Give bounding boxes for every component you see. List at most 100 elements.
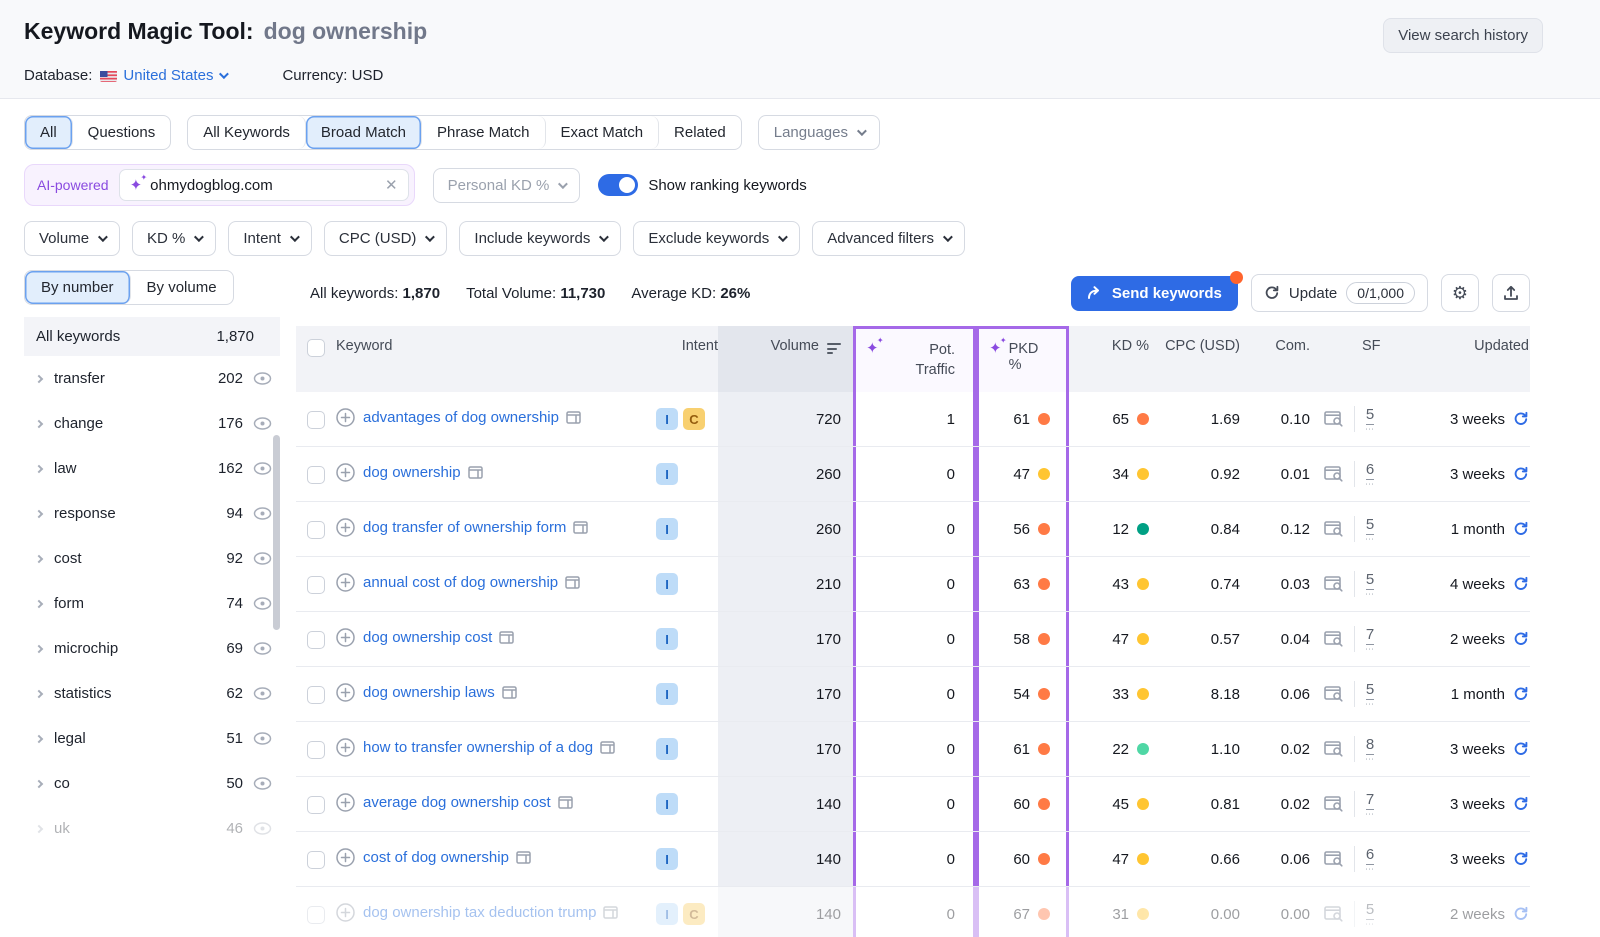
add-to-list-icon[interactable]: [336, 573, 355, 592]
row-checkbox[interactable]: [307, 521, 325, 539]
database-select[interactable]: United States: [100, 67, 226, 84]
col-volume[interactable]: Volume: [771, 338, 819, 354]
filter-include-keywords[interactable]: Include keywords: [459, 221, 621, 256]
col-intent[interactable]: Intent: [682, 338, 718, 354]
sf-count[interactable]: 5⋯: [1365, 571, 1375, 597]
serp-features-icon[interactable]: [1324, 576, 1344, 592]
eye-icon[interactable]: [253, 777, 272, 790]
add-to-list-icon[interactable]: [336, 518, 355, 537]
keyword-link[interactable]: dog ownership: [363, 464, 461, 481]
keyword-link[interactable]: dog transfer of ownership form: [363, 519, 566, 536]
languages-dropdown[interactable]: Languages: [758, 115, 880, 150]
keyword-search-box[interactable]: ✦ ✕: [119, 169, 409, 201]
add-to-list-icon[interactable]: [336, 463, 355, 482]
row-checkbox[interactable]: [307, 686, 325, 704]
refresh-row-icon[interactable]: [1513, 631, 1529, 647]
add-to-list-icon[interactable]: [336, 408, 355, 427]
eye-icon[interactable]: [253, 417, 272, 430]
col-pkd[interactable]: PKD %: [1009, 341, 1050, 373]
sf-count[interactable]: 6⋯: [1365, 846, 1375, 872]
sf-count[interactable]: 5⋯: [1365, 681, 1375, 707]
tab-all-keywords[interactable]: All Keywords: [188, 116, 306, 149]
keyword-group-item[interactable]: legal 51: [24, 716, 280, 761]
refresh-row-icon[interactable]: [1513, 851, 1529, 867]
update-button[interactable]: Update 0/1,000: [1251, 274, 1428, 312]
serp-preview-icon[interactable]: [565, 576, 580, 589]
col-com[interactable]: Com.: [1275, 338, 1310, 354]
filter-exclude-keywords[interactable]: Exclude keywords: [633, 221, 800, 256]
refresh-row-icon[interactable]: [1513, 741, 1529, 757]
clear-search-icon[interactable]: ✕: [385, 176, 398, 194]
select-all-checkbox[interactable]: [307, 339, 325, 357]
row-checkbox[interactable]: [307, 466, 325, 484]
row-checkbox[interactable]: [307, 576, 325, 594]
eye-icon[interactable]: [253, 732, 272, 745]
serp-preview-icon[interactable]: [603, 906, 618, 919]
keyword-link[interactable]: how to transfer ownership of a dog: [363, 739, 593, 756]
view-search-history-button[interactable]: View search history: [1383, 18, 1543, 53]
serp-preview-icon[interactable]: [566, 411, 581, 424]
filter-advanced[interactable]: Advanced filters: [812, 221, 965, 256]
export-button[interactable]: [1492, 274, 1530, 312]
serp-preview-icon[interactable]: [499, 631, 514, 644]
row-checkbox[interactable]: [307, 631, 325, 649]
row-checkbox[interactable]: [307, 741, 325, 759]
personal-kd-dropdown[interactable]: Personal KD %: [433, 168, 581, 203]
refresh-row-icon[interactable]: [1513, 576, 1529, 592]
keyword-link[interactable]: cost of dog ownership: [363, 849, 509, 866]
serp-preview-icon[interactable]: [502, 686, 517, 699]
add-to-list-icon[interactable]: [336, 738, 355, 757]
serp-features-icon[interactable]: [1324, 796, 1344, 812]
sf-count[interactable]: 7⋯: [1365, 626, 1375, 652]
col-cpc[interactable]: CPC (USD): [1165, 338, 1240, 354]
serp-preview-icon[interactable]: [600, 741, 615, 754]
keyword-link[interactable]: annual cost of dog ownership: [363, 574, 558, 591]
keyword-group-item[interactable]: uk 46: [24, 806, 280, 851]
eye-icon[interactable]: [253, 822, 272, 835]
keyword-group-item[interactable]: cost 92: [24, 536, 280, 581]
serp-preview-icon[interactable]: [573, 521, 588, 534]
refresh-row-icon[interactable]: [1513, 686, 1529, 702]
keyword-link[interactable]: average dog ownership cost: [363, 794, 551, 811]
filter-cpc[interactable]: CPC (USD): [324, 221, 448, 256]
refresh-row-icon[interactable]: [1513, 521, 1529, 537]
serp-features-icon[interactable]: [1324, 906, 1344, 922]
keyword-link[interactable]: dog ownership tax deduction trump: [363, 904, 596, 921]
col-updated[interactable]: Updated: [1474, 338, 1529, 354]
sort-descending-icon[interactable]: [827, 343, 841, 354]
col-keyword[interactable]: Keyword: [336, 338, 392, 354]
tab-by-volume[interactable]: By volume: [131, 271, 233, 304]
keyword-group-item[interactable]: statistics 62: [24, 671, 280, 716]
tab-questions[interactable]: Questions: [73, 116, 171, 149]
row-checkbox[interactable]: [307, 851, 325, 869]
serp-preview-icon[interactable]: [516, 851, 531, 864]
sf-count[interactable]: 5⋯: [1365, 516, 1375, 542]
refresh-row-icon[interactable]: [1513, 466, 1529, 482]
sf-count[interactable]: 5⋯: [1365, 406, 1375, 432]
send-keywords-button[interactable]: Send keywords: [1071, 276, 1238, 311]
tab-phrase-match[interactable]: Phrase Match: [422, 116, 546, 149]
keyword-group-item[interactable]: change 176: [24, 401, 280, 446]
col-kd[interactable]: KD %: [1112, 338, 1149, 354]
sidebar-scrollbar[interactable]: [273, 435, 280, 630]
add-to-list-icon[interactable]: [336, 628, 355, 647]
col-sf[interactable]: SF: [1362, 338, 1381, 354]
eye-icon[interactable]: [253, 507, 272, 520]
keyword-group-item[interactable]: response 94: [24, 491, 280, 536]
eye-icon[interactable]: [253, 462, 272, 475]
keyword-group-item[interactable]: law 162: [24, 446, 280, 491]
eye-icon[interactable]: [253, 597, 272, 610]
filter-volume[interactable]: Volume: [24, 221, 120, 256]
add-to-list-icon[interactable]: [336, 683, 355, 702]
tab-all[interactable]: All: [25, 116, 73, 149]
col-pot-traffic[interactable]: Pot. Traffic: [903, 341, 955, 380]
row-checkbox[interactable]: [307, 411, 325, 429]
all-keywords-row[interactable]: All keywords 1,870: [24, 317, 280, 356]
row-checkbox[interactable]: [307, 906, 325, 924]
eye-icon[interactable]: [253, 372, 272, 385]
keyword-link[interactable]: advantages of dog ownership: [363, 409, 559, 426]
serp-features-icon[interactable]: [1324, 521, 1344, 537]
refresh-row-icon[interactable]: [1513, 411, 1529, 427]
serp-features-icon[interactable]: [1324, 411, 1344, 427]
serp-preview-icon[interactable]: [558, 796, 573, 809]
